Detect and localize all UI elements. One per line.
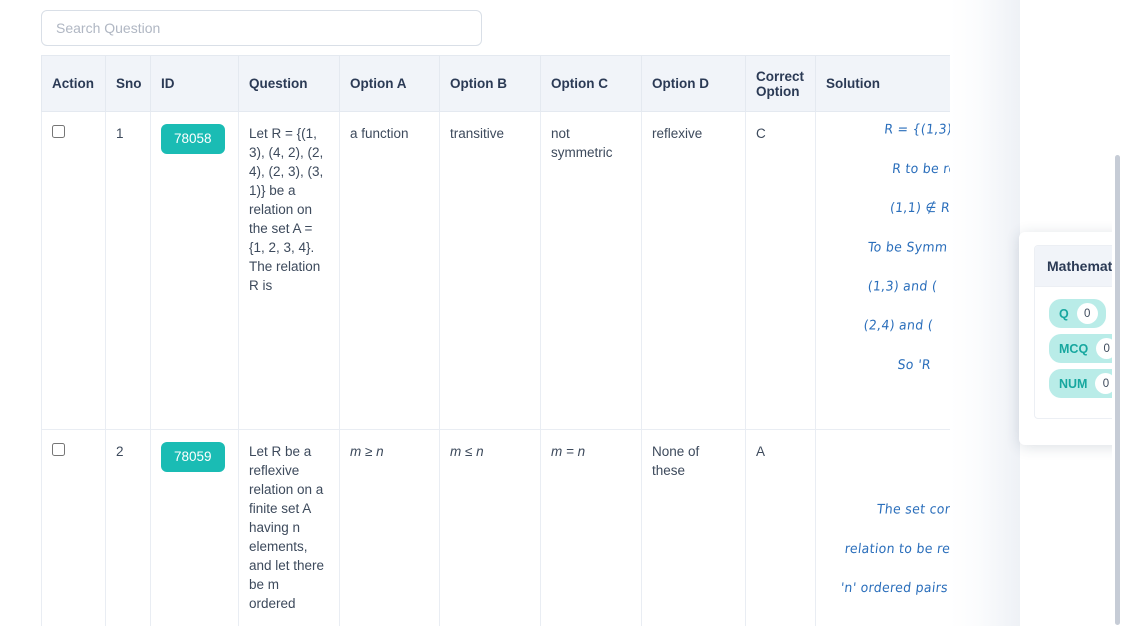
subject-stats-card: Mathematics Q 0 MCQ 0 NUM 0 [1034,245,1122,419]
solution-line: The set cons [876,501,950,517]
solution-line: To be Symm [867,238,949,255]
stat-count: 0 [1076,303,1098,324]
row-question: Let R be a reflexive relation on a finit… [238,429,340,626]
stat-label: NUM [1059,376,1088,391]
questions-table-scroll[interactable]: Action Sno ID Question Option A Option B… [41,55,950,626]
column-header-sno: Sno [105,55,151,112]
question-bank-page: Action Sno ID Question Option A Option B… [0,0,1122,626]
column-header-option-d: Option D [641,55,746,112]
solution-line: (1,3) and ( [867,277,938,294]
column-header-option-c: Option C [540,55,642,112]
solution-line: So 'R [896,356,932,373]
questions-table: Action Sno ID Question Option A Option B… [41,55,950,626]
row-option-d: reflexive [641,111,746,430]
row-select-checkbox[interactable] [52,443,65,456]
row-action-cell [41,429,106,626]
table-body: 1 78058 Let R = {(1, 3), (4, 2), (2, 4),… [41,111,950,626]
id-badge[interactable]: 78059 [161,442,225,472]
stat-label: MCQ [1059,341,1089,356]
column-header-correct-option: Correct Option [745,55,816,112]
column-header-question: Question [238,55,340,112]
table-row: 2 78059 Let R be a reflexive relation on… [41,429,950,626]
row-option-a: m ≥ n [339,429,440,626]
table-header: Action Sno ID Question Option A Option B… [41,55,950,112]
row-select-checkbox[interactable] [52,125,65,138]
row-sno: 1 [105,111,151,430]
solution-line: (2,4) and ( [862,316,934,333]
solution-line: (1,1) ∉ R [889,199,950,216]
stat-pill-q[interactable]: Q 0 [1049,299,1106,328]
row-option-b: m ≤ n [439,429,541,626]
id-badge[interactable]: 78058 [161,124,225,154]
row-option-d: None of these [641,429,746,626]
row-option-c: m = n [540,429,642,626]
subject-title: Mathematics [1035,246,1122,287]
page-scrollbar-thumb[interactable] [1115,155,1120,625]
column-header-option-b: Option B [439,55,541,112]
subject-stats-panel: Mathematics Q 0 MCQ 0 NUM 0 [1019,232,1122,445]
search-input[interactable] [41,10,482,46]
row-correct-option: A [745,429,816,626]
row-option-c: not symmetric [540,111,642,430]
row-solution-cell: The set cons relation to be re 'n' order… [815,429,950,626]
row-question: Let R = {(1, 3), (4, 2), (2, 4), (2, 3),… [238,111,340,430]
subject-stats-list: Q 0 MCQ 0 NUM 0 [1035,287,1122,418]
row-sno: 2 [105,429,151,626]
row-solution-cell: R = {(1,3), R to be re (1,1) ∉ R To be S… [815,111,950,430]
row-id-cell: 78059 [150,429,239,626]
row-option-b: transitive [439,111,541,430]
stat-label: Q [1059,306,1069,321]
handwritten-solution: R = {(1,3), R to be re (1,1) ∉ R To be S… [817,119,950,374]
table-header-row: Action Sno ID Question Option A Option B… [41,55,950,112]
column-header-id: ID [150,55,239,112]
solution-line: 'n' ordered pairs [839,579,949,596]
page-edge-gradient [950,0,1020,626]
column-header-action: Action [41,55,106,112]
row-id-cell: 78058 [150,111,239,430]
column-header-solution: Solution [815,55,950,112]
solution-line: R to be re [891,160,950,177]
table-row: 1 78058 Let R = {(1, 3), (4, 2), (2, 4),… [41,111,950,430]
row-correct-option: C [745,111,816,430]
row-option-a: a function [339,111,440,430]
solution-line: relation to be re [844,540,950,557]
solution-line: R = {(1,3), [883,120,950,137]
row-action-cell [41,111,106,430]
handwritten-solution: The set cons relation to be re 'n' order… [818,440,950,598]
column-header-option-a: Option A [339,55,440,112]
page-scrollbar[interactable] [1112,0,1122,626]
search-field-wrapper [41,10,482,46]
